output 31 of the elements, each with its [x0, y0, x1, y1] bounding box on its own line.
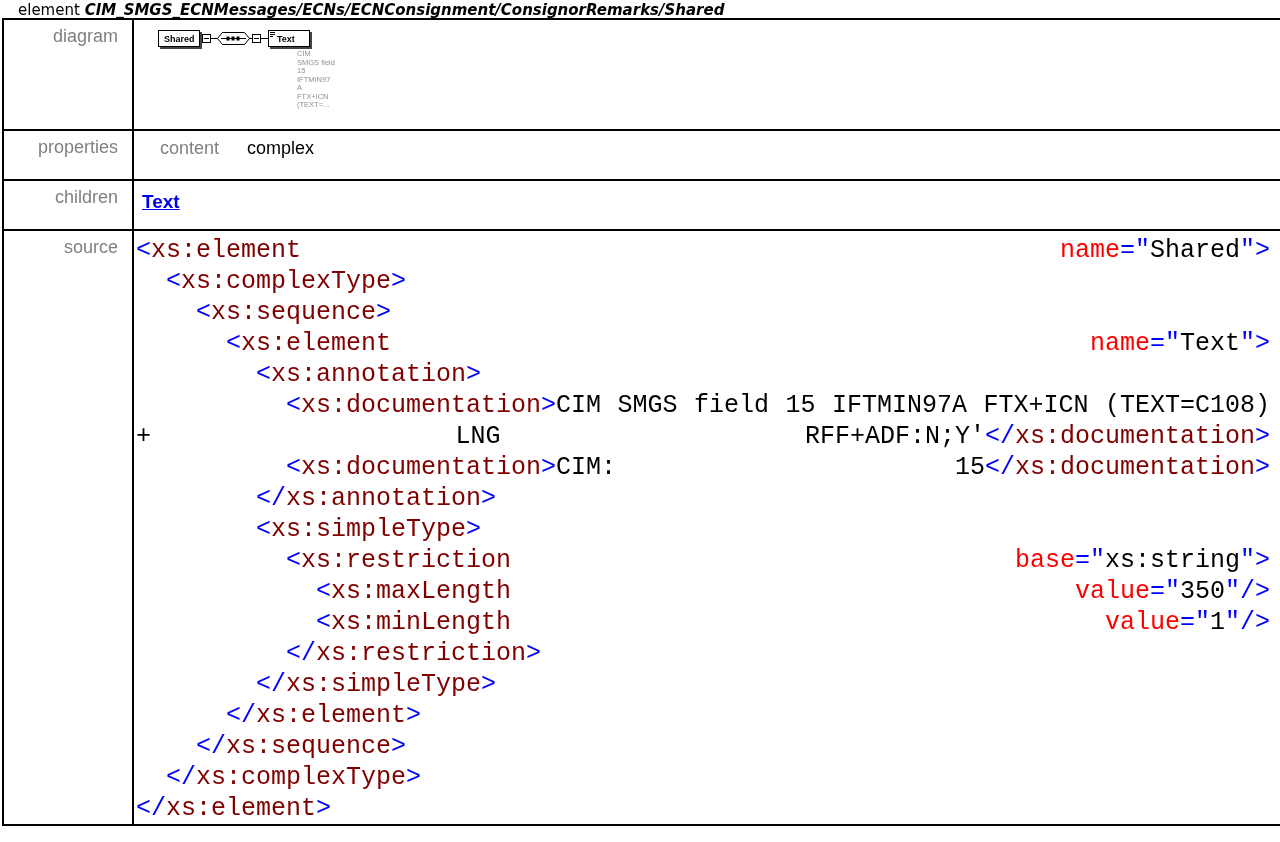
code-line: </xs:restriction>: [285, 638, 543, 669]
row-label: children: [54, 187, 118, 207]
page-heading: element CIM_SMGS_ECNMessages/ECNs/ECNConsignment/ConsignorRemarks/Shared: [18, 1, 725, 19]
element-node: Text: [268, 30, 310, 47]
child-link[interactable]: Text: [142, 191, 180, 212]
lines-icon: [270, 32, 275, 37]
code-line: <xs:element name="Shared">: [136, 235, 1270, 266]
code-line: </xs:annotation>: [255, 483, 498, 514]
code-line: <xs:documentation>CIM SMGS field 15 IFTMIN97A FTX+ICN (TEXT=C108): [285, 390, 1270, 421]
code-line: + LNG RFF+ADF:N;Y'</xs:documentation>: [136, 421, 1270, 452]
property-name: content: [160, 137, 220, 160]
connector-drawing: [202, 32, 269, 45]
code-line: <xs:simpleType>: [255, 514, 483, 545]
row-label: diagram: [52, 26, 118, 46]
code-line: </xs:sequence>: [195, 731, 408, 762]
code-line: <xs:annotation>: [255, 359, 483, 390]
code-line: <xs:complexType>: [165, 266, 408, 297]
code-line: </xs:simpleType>: [255, 669, 498, 700]
code-line: </xs:complexType>: [165, 762, 423, 793]
code-line: <xs:minLength value="1"/>: [315, 607, 1270, 638]
code-line: <xs:element name="Text">: [225, 328, 1270, 359]
code-line: <xs:restriction base="xs:string">: [285, 545, 1270, 576]
row-label: source: [63, 237, 118, 257]
code-line: <xs:documentation>CIM: 15</xs:documentation>: [285, 452, 1270, 483]
code-line: </xs:element>: [225, 700, 423, 731]
row-label: properties: [37, 137, 118, 157]
property-value: complex: [247, 137, 315, 160]
code-line: <xs:sequence>: [195, 297, 393, 328]
code-line: </xs:element>: [136, 793, 333, 824]
element-node: Shared: [158, 30, 200, 47]
code-line: <xs:maxLength value="350"/>: [315, 576, 1270, 607]
